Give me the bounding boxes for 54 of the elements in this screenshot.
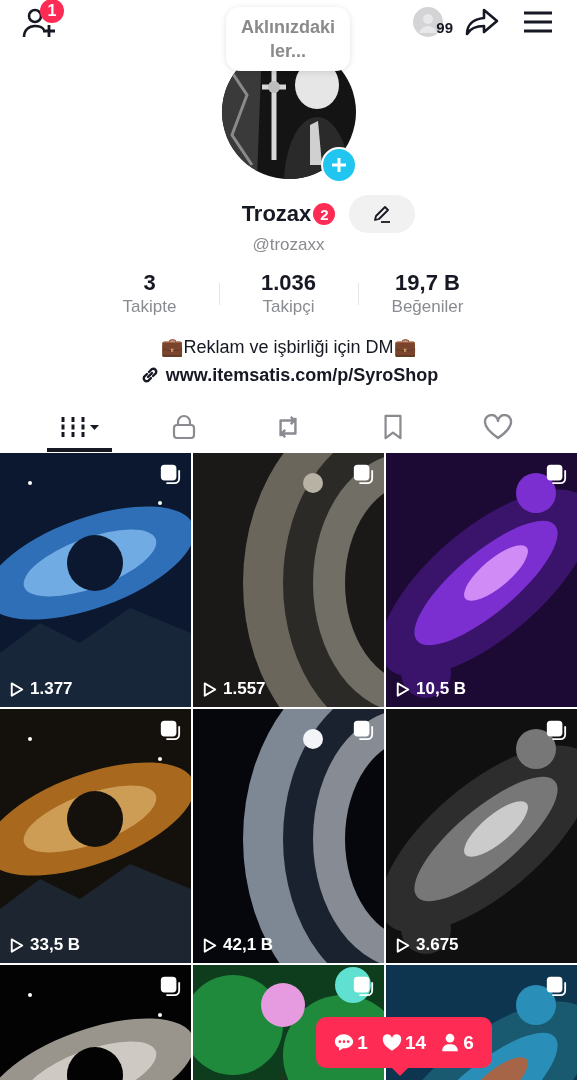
visitor-count: 99 — [436, 19, 453, 36]
view-count: 33,5 B — [30, 935, 81, 955]
photo-stack-icon — [159, 463, 181, 485]
grid-icon — [59, 415, 100, 439]
play-icon — [10, 680, 24, 698]
profile-link[interactable]: www.itemsatis.com/p/SyroShop — [165, 362, 439, 388]
photo-stack-icon — [159, 719, 181, 741]
profile-handle: @trozaxx — [251, 234, 326, 256]
activity-count: 6 — [463, 1031, 474, 1054]
stat-label[interactable]: Takipte — [122, 296, 177, 318]
heart-icon — [381, 1033, 402, 1052]
stat-value[interactable]: 1.036 — [260, 270, 317, 296]
notification-badge: 2 — [313, 203, 336, 225]
activity-count: 14 — [404, 1031, 427, 1054]
view-count: 42,1 B — [223, 935, 274, 955]
photo-stack-icon — [545, 463, 567, 485]
lock-icon — [171, 414, 196, 440]
activity-popup[interactable]: 1 14 6 — [316, 1017, 492, 1068]
activity-count: 1 — [357, 1031, 368, 1054]
photo-stack-icon — [352, 719, 374, 741]
view-count: 3.675 — [416, 935, 459, 955]
view-count: 1.557 — [223, 679, 266, 699]
play-icon — [203, 680, 217, 698]
notification-badge: 1 — [40, 0, 64, 23]
photo-stack-icon — [352, 463, 374, 485]
play-icon — [396, 680, 410, 698]
stat-label[interactable]: Beğeniler — [391, 296, 464, 318]
share-icon[interactable] — [465, 7, 499, 37]
photo-stack-icon — [545, 975, 567, 997]
view-count: 1.377 — [30, 679, 73, 699]
photo-stack-icon — [159, 975, 181, 997]
view-count: 10,5 B — [416, 679, 467, 699]
heart-icon — [482, 414, 513, 440]
stat-label[interactable]: Takipçi — [262, 296, 315, 318]
play-icon — [203, 936, 217, 954]
play-icon — [10, 936, 24, 954]
profile-name: Trozax — [241, 201, 312, 227]
comment-icon — [334, 1033, 355, 1052]
photo-stack-icon — [352, 975, 374, 997]
play-icon — [396, 936, 410, 954]
pencil-icon — [372, 204, 393, 224]
plus-icon — [331, 157, 347, 173]
menu-icon[interactable] — [523, 11, 553, 33]
person-icon — [440, 1033, 461, 1052]
popup-pointer — [392, 1068, 408, 1076]
edit-button[interactable] — [349, 195, 416, 233]
bio-text: 💼Reklam ve işbirliği için DM💼 — [160, 336, 417, 359]
stat-value[interactable]: 3 — [143, 270, 156, 296]
bookmark-icon — [382, 414, 405, 440]
photo-stack-icon — [545, 719, 567, 741]
note-text: ler... — [270, 40, 306, 63]
note-bubble[interactable]: Aklınızdaki ler... — [226, 7, 350, 71]
note-text: Aklınızdaki — [241, 16, 335, 39]
stat-value[interactable]: 19,7 B — [395, 270, 460, 296]
